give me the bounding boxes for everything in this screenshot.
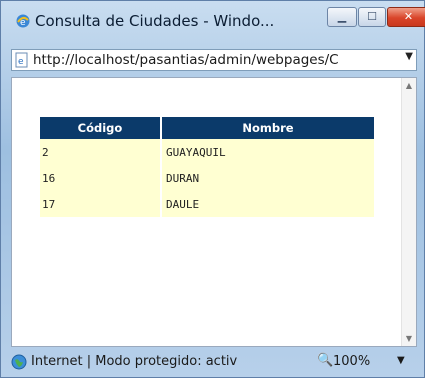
maximize-button[interactable]: ☐ <box>358 7 386 27</box>
scroll-down-icon[interactable]: ▼ <box>402 334 416 343</box>
page-content: Código Nombre 2 GUAYAQUIL 16 DURAN 17 DA… <box>11 77 417 347</box>
cell-nombre: DURAN <box>162 165 374 191</box>
cell-codigo: 2 <box>40 139 162 165</box>
minimize-icon: ▁ <box>337 10 347 23</box>
close-icon: ✕ <box>403 10 414 23</box>
cell-codigo: 17 <box>40 191 162 217</box>
title-bar[interactable]: e Consulta de Ciudades - Windo... ▁ ☐ ✕ <box>1 1 425 41</box>
svg-text:e: e <box>18 57 24 67</box>
security-zone-text[interactable]: Internet | Modo protegido: activ <box>31 354 237 369</box>
table-row[interactable]: 17 DAULE <box>40 191 374 217</box>
address-dropdown-icon[interactable]: ▼ <box>405 51 413 62</box>
maximize-icon: ☐ <box>367 10 377 23</box>
column-header-nombre: Nombre <box>162 117 374 139</box>
cell-nombre: DAULE <box>162 191 374 217</box>
scroll-up-icon[interactable]: ▲ <box>402 81 416 90</box>
column-header-codigo: Código <box>40 117 162 139</box>
cell-nombre: GUAYAQUIL <box>162 139 374 165</box>
page-icon: e <box>15 52 28 68</box>
minimize-button[interactable]: ▁ <box>327 7 357 27</box>
cities-table: Código Nombre 2 GUAYAQUIL 16 DURAN 17 DA… <box>40 117 374 217</box>
zoom-level[interactable]: 100% <box>333 354 370 369</box>
ie-app-icon: e <box>16 14 30 28</box>
browser-window: e Consulta de Ciudades - Windo... ▁ ☐ ✕ … <box>0 0 425 378</box>
zoom-dropdown-icon[interactable]: ▼ <box>397 355 405 366</box>
internet-globe-icon <box>11 354 27 370</box>
window-title: Consulta de Ciudades - Windo... <box>35 12 275 30</box>
close-button[interactable]: ✕ <box>387 7 425 27</box>
cell-codigo: 16 <box>40 165 162 191</box>
address-bar[interactable]: e http://localhost/pasantias/admin/webpa… <box>11 49 417 71</box>
url-text[interactable]: http://localhost/pasantias/admin/webpage… <box>33 52 395 68</box>
table-row[interactable]: 16 DURAN <box>40 165 374 191</box>
table-row[interactable]: 2 GUAYAQUIL <box>40 139 374 165</box>
status-bar: Internet | Modo protegido: activ 🔍 100% … <box>11 353 417 373</box>
zoom-icon[interactable]: 🔍 <box>317 353 333 368</box>
table-header-row: Código Nombre <box>40 117 374 139</box>
svg-text:e: e <box>20 18 26 28</box>
vertical-scrollbar[interactable]: ▲ ▼ <box>401 78 416 346</box>
